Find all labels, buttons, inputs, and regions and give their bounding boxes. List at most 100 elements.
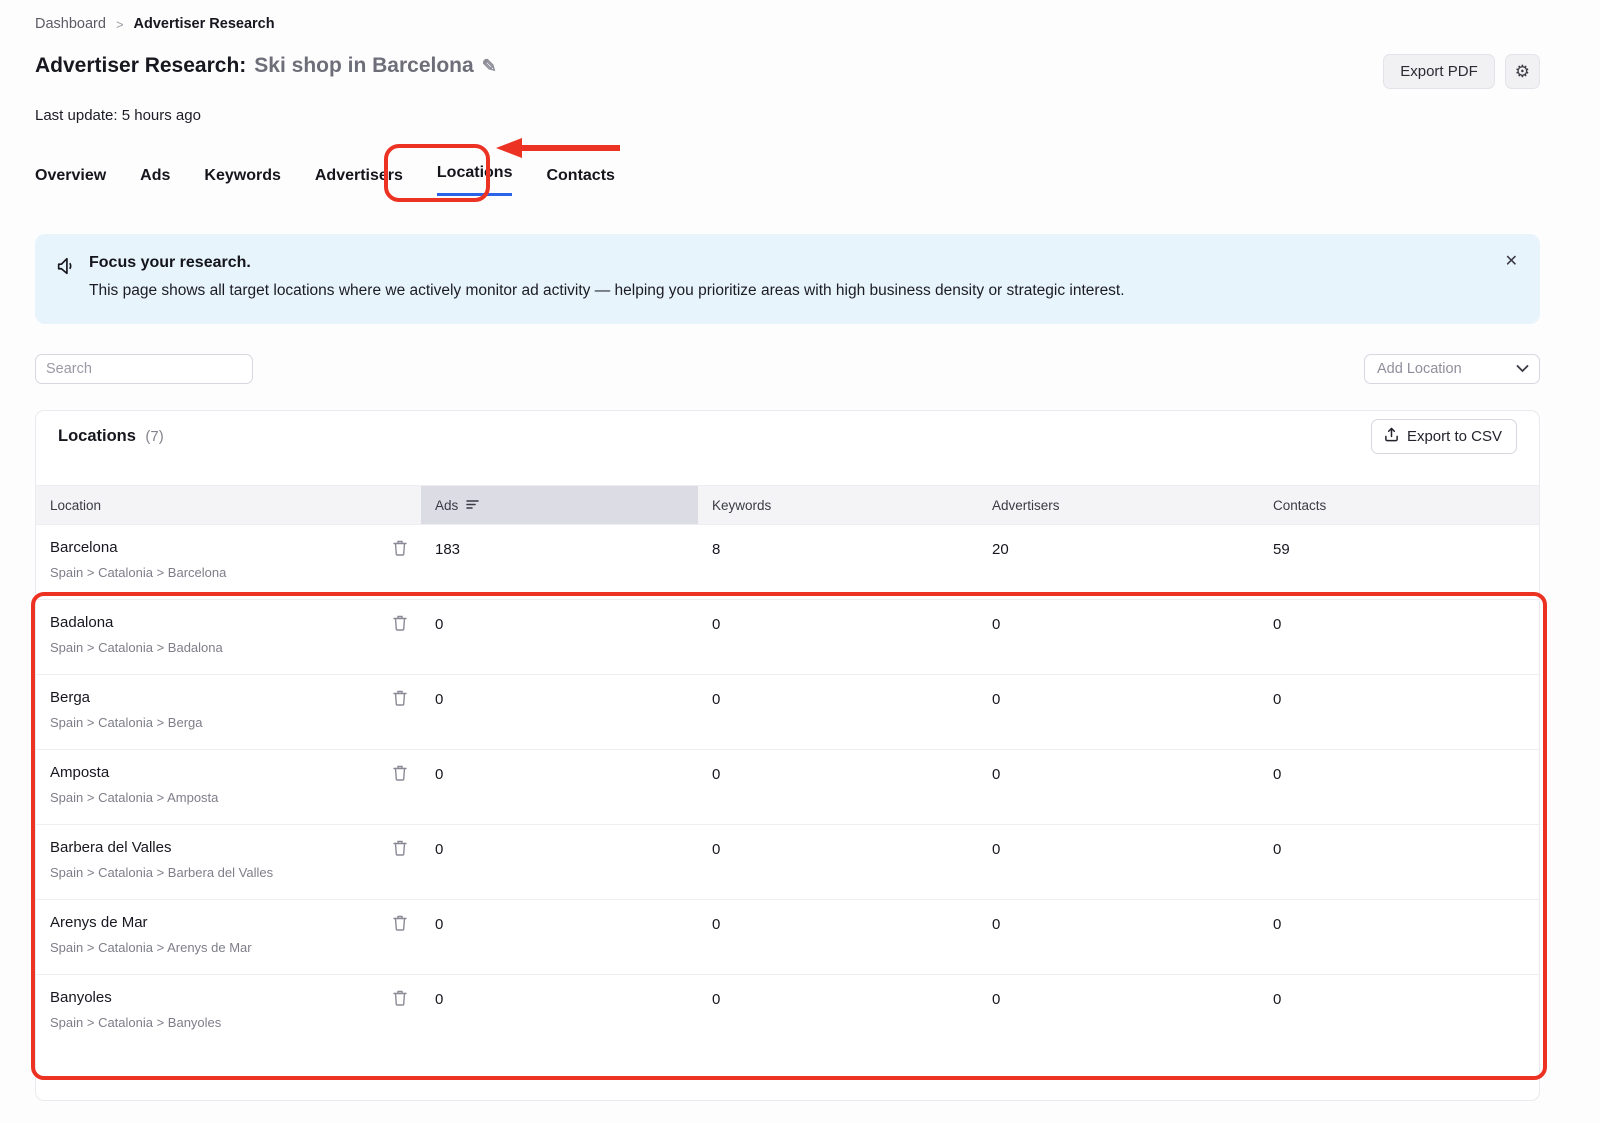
add-location-label: Add Location [1377,361,1462,377]
locations-count: (7) [145,428,163,445]
banner-title: Focus your research. [89,254,1125,272]
ads-value: 0 [421,600,698,674]
sort-descending-icon [466,498,479,513]
contacts-value: 0 [1259,975,1539,1050]
megaphone-icon [55,254,77,300]
location-name: Banyoles [50,989,421,1006]
location-name: Barbera del Valles [50,839,421,856]
info-banner: Focus your research. This page shows all… [35,234,1540,324]
advertisers-value: 0 [978,825,1259,899]
add-location-select[interactable]: Add Location [1364,354,1540,384]
keywords-value: 0 [698,750,978,824]
delete-trash-icon[interactable] [393,615,407,631]
delete-trash-icon[interactable] [393,915,407,931]
edit-pencil-icon[interactable]: ✎ [482,56,497,77]
ads-value: 0 [421,750,698,824]
breadcrumb-dashboard[interactable]: Dashboard [35,16,106,32]
breadcrumb-current: Advertiser Research [134,16,275,32]
ads-value: 183 [421,525,698,599]
keywords-value: 8 [698,525,978,599]
tab-keywords[interactable]: Keywords [204,167,280,196]
table-row-arenys-de-mar: Arenys de Mar Spain > Catalonia > Arenys… [36,900,1539,975]
column-header-advertisers[interactable]: Advertisers [978,486,1259,524]
header-actions: Export PDF ⚙ [1383,54,1540,89]
search-input[interactable] [35,354,253,384]
tab-advertisers[interactable]: Advertisers [315,167,403,196]
keywords-value: 0 [698,975,978,1050]
location-name: Barcelona [50,539,421,556]
table-spacer [36,461,1539,485]
ads-value: 0 [421,975,698,1050]
banner-body: This page shows all target locations whe… [89,282,1125,300]
location-name: Berga [50,689,421,706]
page-title: Advertiser Research: Ski shop in Barcelo… [35,54,497,78]
locations-card-header: Locations (7) Export to CSV [36,411,1539,461]
advertisers-value: 0 [978,675,1259,749]
locations-card: Locations (7) Export to CSV Location Ads [35,410,1540,1101]
tab-ads[interactable]: Ads [140,167,170,196]
location-path: Spain > Catalonia > Amposta [50,790,421,805]
column-header-contacts[interactable]: Contacts [1259,486,1539,524]
location-path: Spain > Catalonia > Barcelona [50,565,421,580]
contacts-value: 59 [1259,525,1539,599]
tab-overview[interactable]: Overview [35,167,106,196]
ads-value: 0 [421,900,698,974]
location-name: Arenys de Mar [50,914,421,931]
table-row-berga: Berga Spain > Catalonia > Berga 0 0 0 0 [36,675,1539,750]
delete-trash-icon[interactable] [393,690,407,706]
breadcrumb: Dashboard > Advertiser Research [35,0,1540,32]
table-row-barcelona: Barcelona Spain > Catalonia > Barcelona … [36,525,1539,600]
keywords-value: 0 [698,825,978,899]
tab-bar: Overview Ads Keywords Advertisers Locati… [35,162,1540,196]
column-header-ads[interactable]: Ads [421,486,698,524]
contacts-value: 0 [1259,825,1539,899]
advertisers-value: 0 [978,600,1259,674]
advertisers-value: 0 [978,900,1259,974]
table-toolbar: Add Location [35,354,1540,384]
advertisers-value: 20 [978,525,1259,599]
upload-icon [1384,427,1399,446]
table-header-row: Location Ads Keywords Advertisers Contac… [36,485,1539,525]
table-row-barbera-del-valles: Barbera del Valles Spain > Catalonia > B… [36,825,1539,900]
table-row-amposta: Amposta Spain > Catalonia > Amposta 0 0 … [36,750,1539,825]
research-name: Ski shop in Barcelona [254,54,473,78]
export-csv-label: Export to CSV [1407,428,1502,445]
keywords-value: 0 [698,675,978,749]
keywords-value: 0 [698,900,978,974]
contacts-value: 0 [1259,600,1539,674]
advertisers-value: 0 [978,975,1259,1050]
contacts-value: 0 [1259,675,1539,749]
export-csv-button[interactable]: Export to CSV [1371,419,1517,454]
column-header-ads-label: Ads [435,498,458,513]
location-path: Spain > Catalonia > Arenys de Mar [50,940,421,955]
settings-gear-icon[interactable]: ⚙ [1505,54,1540,89]
location-path: Spain > Catalonia > Badalona [50,640,421,655]
location-name: Amposta [50,764,421,781]
delete-trash-icon[interactable] [393,990,407,1006]
location-path: Spain > Catalonia > Banyoles [50,1015,421,1030]
locations-title: Locations [58,427,136,445]
export-pdf-button[interactable]: Export PDF [1383,54,1495,89]
advertisers-value: 0 [978,750,1259,824]
delete-trash-icon[interactable] [393,765,407,781]
delete-trash-icon[interactable] [393,540,407,556]
column-header-keywords[interactable]: Keywords [698,486,978,524]
page-title-prefix: Advertiser Research: [35,54,246,78]
tab-contacts[interactable]: Contacts [546,167,614,196]
keywords-value: 0 [698,600,978,674]
location-path: Spain > Catalonia > Berga [50,715,421,730]
delete-trash-icon[interactable] [393,840,407,856]
ads-value: 0 [421,675,698,749]
table-row-badalona: Badalona Spain > Catalonia > Badalona 0 … [36,600,1539,675]
last-update-text: Last update: 5 hours ago [35,107,1540,124]
contacts-value: 0 [1259,900,1539,974]
table-row-banyoles: Banyoles Spain > Catalonia > Banyoles 0 … [36,975,1539,1050]
page-header: Advertiser Research: Ski shop in Barcelo… [35,54,1540,89]
tab-locations[interactable]: Locations [437,164,513,196]
breadcrumb-separator-icon: > [116,17,124,32]
ads-value: 0 [421,825,698,899]
banner-close-icon[interactable]: ✕ [1505,254,1518,270]
column-header-location[interactable]: Location [36,486,421,524]
contacts-value: 0 [1259,750,1539,824]
location-path: Spain > Catalonia > Barbera del Valles [50,865,421,880]
